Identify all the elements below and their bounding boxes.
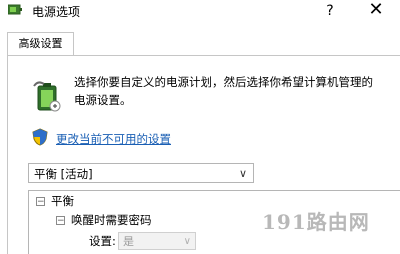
tree-item-balanced[interactable]: − 平衡 bbox=[36, 193, 74, 209]
power-plan-dropdown[interactable]: 平衡 [活动] ∨ bbox=[28, 163, 254, 183]
shield-icon bbox=[32, 128, 48, 146]
close-button[interactable]: ✕ bbox=[363, 0, 389, 22]
tree-child-label: 唤醒时需要密码 bbox=[71, 213, 152, 227]
setting-dropdown[interactable]: 是 ∨ bbox=[118, 232, 196, 250]
power-options-icon bbox=[8, 4, 22, 15]
tree-root-label: 平衡 bbox=[51, 194, 74, 208]
tab-advanced-settings[interactable]: 高级设置 bbox=[7, 32, 74, 55]
title-bar: 电源选项 ? ✕ bbox=[0, 0, 400, 24]
setting-label: 设置: bbox=[89, 234, 116, 248]
tree-item-wake-password[interactable]: − 唤醒时需要密码 bbox=[56, 212, 152, 228]
window-title: 电源选项 bbox=[32, 5, 81, 19]
power-plan-icon bbox=[33, 81, 61, 112]
watermark: 191路由网 bbox=[262, 210, 370, 234]
power-plan-value: 平衡 [活动] bbox=[34, 167, 93, 181]
collapse-icon[interactable]: − bbox=[36, 197, 45, 207]
change-unavailable-settings-link[interactable]: 更改当前不可用的设置 bbox=[56, 131, 171, 147]
chevron-down-icon: ∨ bbox=[183, 236, 191, 247]
setting-value: 是 bbox=[123, 235, 134, 248]
collapse-icon[interactable]: − bbox=[56, 216, 65, 226]
chevron-down-icon: ∨ bbox=[238, 167, 247, 180]
help-button[interactable]: ? bbox=[318, 1, 342, 21]
description-text: 选择你要自定义的电源计划，然后选择你希望计算机管理的电源设置。 bbox=[74, 75, 373, 107]
